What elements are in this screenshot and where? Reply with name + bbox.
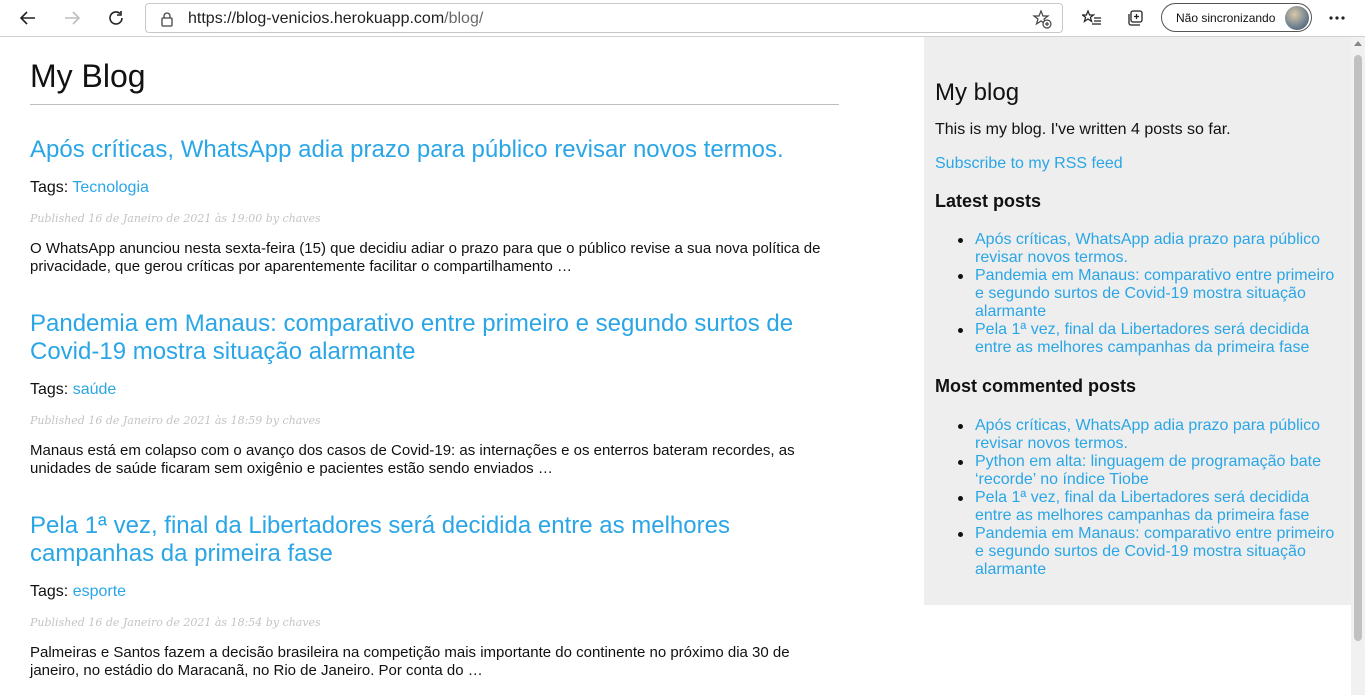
- post-published-meta: Published 16 de Janeiro de 2021 às 19:00…: [30, 212, 321, 225]
- tags-label: Tags:: [30, 381, 69, 398]
- post-tags: Tags: saúde: [30, 381, 830, 399]
- avatar: [1285, 6, 1309, 30]
- forward-button[interactable]: [57, 4, 87, 32]
- post-item: Pandemia em Manaus: comparativo entre pr…: [30, 310, 830, 478]
- reload-icon: [109, 11, 123, 25]
- back-button[interactable]: [13, 4, 43, 32]
- most-commented-list: Após críticas, WhatsApp adia prazo para …: [955, 417, 1335, 579]
- list-item: Após críticas, WhatsApp adia prazo para …: [955, 231, 1335, 267]
- latest-post-link[interactable]: Após críticas, WhatsApp adia prazo para …: [975, 231, 1320, 266]
- scrollbar-thumb[interactable]: [1354, 55, 1362, 641]
- url-path: /blog/: [444, 10, 484, 27]
- list-item: Pela 1ª vez, final da Libertadores será …: [955, 321, 1335, 357]
- lock-icon: [160, 11, 174, 32]
- post-tags: Tags: esporte: [30, 583, 830, 601]
- post-item: Pela 1ª vez, final da Libertadores será …: [30, 512, 830, 680]
- page-title: My Blog: [30, 58, 146, 94]
- post-title-link[interactable]: Pela 1ª vez, final da Libertadores será …: [30, 512, 830, 568]
- post-published-meta: Published 16 de Janeiro de 2021 às 18:54…: [30, 616, 321, 629]
- post-title-link[interactable]: Após críticas, WhatsApp adia prazo para …: [30, 136, 830, 164]
- post-excerpt: Manaus está em colapso com o avanço dos …: [30, 442, 795, 477]
- latest-posts-heading: Latest posts: [935, 191, 1042, 211]
- rss-feed-link[interactable]: Subscribe to my RSS feed: [935, 155, 1123, 173]
- arrow-left-icon: [19, 11, 35, 25]
- post-excerpt: Palmeiras e Santos fazem a decisão brasi…: [30, 644, 790, 679]
- sidebar: My blog This is my blog. I've written 4 …: [924, 37, 1351, 605]
- collections-button[interactable]: [1120, 4, 1150, 32]
- reload-button[interactable]: [101, 4, 131, 32]
- list-item: Pandemia em Manaus: comparativo entre pr…: [955, 267, 1335, 321]
- post-tags: Tags: Tecnologia: [30, 179, 830, 197]
- post-title-link[interactable]: Pandemia em Manaus: comparativo entre pr…: [30, 310, 830, 366]
- list-item: Pandemia em Manaus: comparativo entre pr…: [955, 525, 1335, 579]
- list-item: Python em alta: linguagem de programação…: [955, 453, 1335, 489]
- favorites-list-icon: [1082, 9, 1101, 25]
- commented-post-link[interactable]: Pandemia em Manaus: comparativo entre pr…: [975, 525, 1334, 578]
- sidebar-title: My blog: [935, 79, 1020, 106]
- tag-link[interactable]: esporte: [73, 583, 126, 600]
- list-item: Após críticas, WhatsApp adia prazo para …: [955, 417, 1335, 453]
- post-published-meta: Published 16 de Janeiro de 2021 às 18:59…: [30, 414, 321, 427]
- browser-toolbar: https://blog-venicios.herokuapp.com/blog…: [0, 0, 1365, 37]
- commented-post-link[interactable]: Python em alta: linguagem de programação…: [975, 453, 1321, 488]
- latest-post-link[interactable]: Pandemia em Manaus: comparativo entre pr…: [975, 267, 1334, 320]
- favorites-button[interactable]: [1077, 4, 1107, 32]
- tag-link[interactable]: saúde: [73, 381, 117, 398]
- profile-button[interactable]: Não sincronizando: [1161, 3, 1312, 32]
- settings-menu-button[interactable]: [1322, 4, 1352, 32]
- sidebar-intro: This is my blog. I've written 4 posts so…: [935, 121, 1231, 138]
- url-host: https://blog-venicios.herokuapp.com: [188, 10, 445, 27]
- tag-link[interactable]: Tecnologia: [72, 179, 149, 196]
- list-item: Pela 1ª vez, final da Libertadores será …: [955, 489, 1335, 525]
- url-text: https://blog-venicios.herokuapp.com/blog…: [188, 10, 483, 28]
- scroll-up-arrow-icon[interactable]: [1354, 41, 1362, 46]
- add-favorite-button[interactable]: [1032, 9, 1052, 34]
- tags-label: Tags:: [30, 583, 69, 600]
- arrow-right-icon: [65, 11, 81, 25]
- tags-label: Tags:: [30, 179, 69, 196]
- title-divider: [30, 104, 839, 105]
- address-bar[interactable]: https://blog-venicios.herokuapp.com/blog…: [145, 3, 1063, 33]
- star-add-icon: [1032, 9, 1052, 29]
- latest-post-link[interactable]: Pela 1ª vez, final da Libertadores será …: [975, 321, 1309, 356]
- most-commented-heading: Most commented posts: [935, 376, 1137, 396]
- commented-post-link[interactable]: Após críticas, WhatsApp adia prazo para …: [975, 417, 1320, 452]
- commented-post-link[interactable]: Pela 1ª vez, final da Libertadores será …: [975, 489, 1309, 524]
- collections-icon: [1128, 10, 1143, 26]
- latest-posts-list: Após críticas, WhatsApp adia prazo para …: [955, 231, 1335, 357]
- post-item: Após críticas, WhatsApp adia prazo para …: [30, 136, 830, 276]
- profile-status-label: Não sincronizando: [1176, 11, 1276, 25]
- post-excerpt: O WhatsApp anunciou nesta sexta-feira (1…: [30, 240, 821, 275]
- more-dots-icon: [1329, 16, 1345, 20]
- page-scrollbar[interactable]: [1351, 37, 1365, 695]
